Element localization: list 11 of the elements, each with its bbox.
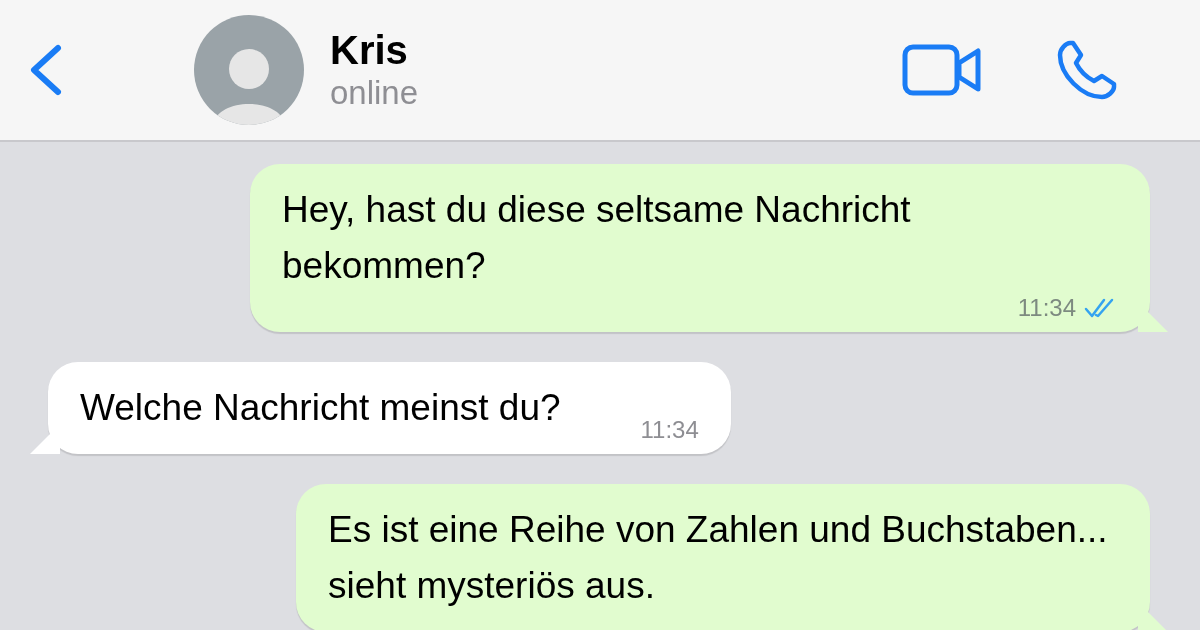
message-time: 11:34 (1017, 294, 1076, 322)
voice-call-button[interactable] (1056, 39, 1118, 101)
video-camera-icon (902, 44, 982, 96)
video-call-button[interactable] (902, 44, 982, 96)
message-text: Es ist eine Reihe von Zahlen und Buchstaben... sieht mysteriös aus. (328, 508, 1109, 608)
contact-status: online (330, 73, 420, 113)
message-text: Welche Nachricht meinst du? (80, 386, 561, 430)
message-text: Hey, hast du diese seltsame Nachricht bekommen? (282, 188, 912, 288)
message-time: 11:34 (640, 416, 699, 444)
phone-icon (1056, 39, 1118, 101)
contact-name: Kris (330, 27, 409, 73)
